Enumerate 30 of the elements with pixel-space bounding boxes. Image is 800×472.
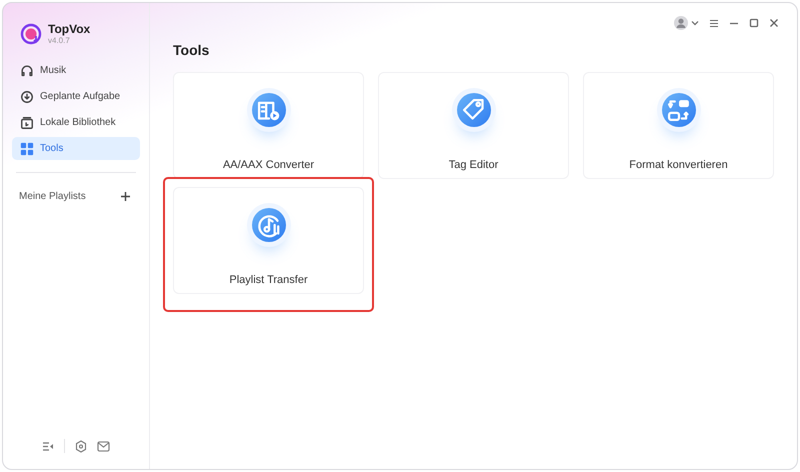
settings-icon[interactable] [75, 440, 87, 452]
close-icon[interactable] [769, 18, 779, 28]
page-title: Tools [173, 41, 210, 60]
sidebar-item[interactable]: Geplante Aufgabe [12, 85, 140, 108]
tool-card[interactable]: Tag Editor [378, 72, 569, 179]
add-icon[interactable] [120, 191, 131, 202]
mail-icon[interactable] [97, 440, 110, 452]
tool-card[interactable]: Playlist Transfer [173, 187, 364, 294]
chevron-down-icon[interactable] [691, 20, 699, 26]
music-sync-icon [252, 208, 286, 242]
download-circle-icon [20, 90, 34, 104]
tool-card[interactable]: Format konvertieren [583, 72, 774, 179]
app-version: v4.0.7 [48, 37, 71, 45]
menu-icon[interactable] [709, 18, 719, 28]
logo-icon [20, 23, 42, 45]
tag-icon [456, 93, 490, 127]
app-name: TopVox [48, 23, 90, 35]
grid-icon [20, 142, 34, 156]
collapse-sidebar-icon[interactable] [42, 440, 54, 452]
sidebar-item[interactable]: Lokale Bibliothek [12, 111, 140, 134]
headphones-icon [20, 64, 34, 78]
playlists-heading: Meine Playlists [19, 190, 86, 204]
sidebar-item[interactable]: Tools [12, 137, 140, 160]
sidebar-item[interactable]: Musik [12, 59, 140, 82]
tool-card[interactable]: AA/AAX Converter [173, 72, 364, 179]
book-play-icon [252, 93, 286, 127]
maximize-icon[interactable] [749, 18, 759, 28]
user-avatar-icon[interactable] [674, 16, 688, 30]
convert-icon [662, 93, 696, 127]
box-icon [20, 116, 34, 130]
